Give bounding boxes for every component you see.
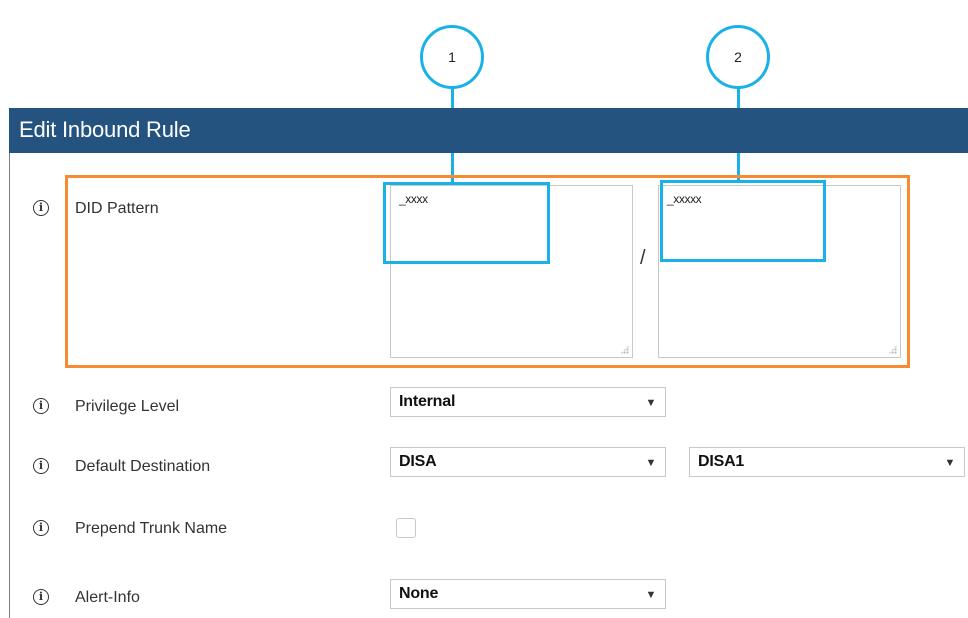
default-destination-target-value: DISA1 <box>698 453 745 470</box>
alert-info-select[interactable]: None ▼ <box>390 579 666 609</box>
triangle-down-icon[interactable]: ▼ <box>936 448 964 476</box>
info-icon[interactable]: i <box>33 589 49 605</box>
info-icon[interactable]: i <box>33 200 49 216</box>
default-destination-type-value: DISA <box>399 453 437 470</box>
default-destination-label: Default Destination <box>75 458 211 475</box>
page-title: Edit Inbound Rule <box>19 117 191 142</box>
privilege-level-select[interactable]: Internal ▼ <box>390 387 666 417</box>
default-destination-type-select[interactable]: DISA ▼ <box>390 447 666 477</box>
prepend-trunk-name-label: Prepend Trunk Name <box>75 520 228 537</box>
prepend-trunk-name-checkbox[interactable] <box>396 518 416 538</box>
did-pattern-separator: / <box>640 247 646 269</box>
alert-info-value: None <box>399 585 439 602</box>
annotation-box-1 <box>383 182 550 264</box>
default-destination-target-select[interactable]: DISA1 ▼ <box>689 447 965 477</box>
privilege-level-label: Privilege Level <box>75 398 180 415</box>
alert-info-label: Alert-Info <box>75 589 140 606</box>
triangle-down-icon[interactable]: ▼ <box>637 388 665 416</box>
resize-grip-icon[interactable] <box>888 345 897 354</box>
did-pattern-label: DID Pattern <box>75 200 159 217</box>
screenshot-stage: 1 2 Edit Inbound Rule i DID Pattern _xxx… <box>0 0 968 618</box>
callout-1: 1 <box>420 25 484 89</box>
triangle-down-icon[interactable]: ▼ <box>637 580 665 608</box>
annotation-box-2 <box>660 180 826 262</box>
panel-header: Edit Inbound Rule <box>9 108 968 153</box>
privilege-level-value: Internal <box>399 393 456 410</box>
callout-2: 2 <box>706 25 770 89</box>
triangle-down-icon[interactable]: ▼ <box>637 448 665 476</box>
panel-left-border <box>9 153 10 618</box>
info-icon[interactable]: i <box>33 520 49 536</box>
resize-grip-icon[interactable] <box>620 345 629 354</box>
info-icon[interactable]: i <box>33 398 49 414</box>
info-icon[interactable]: i <box>33 458 49 474</box>
